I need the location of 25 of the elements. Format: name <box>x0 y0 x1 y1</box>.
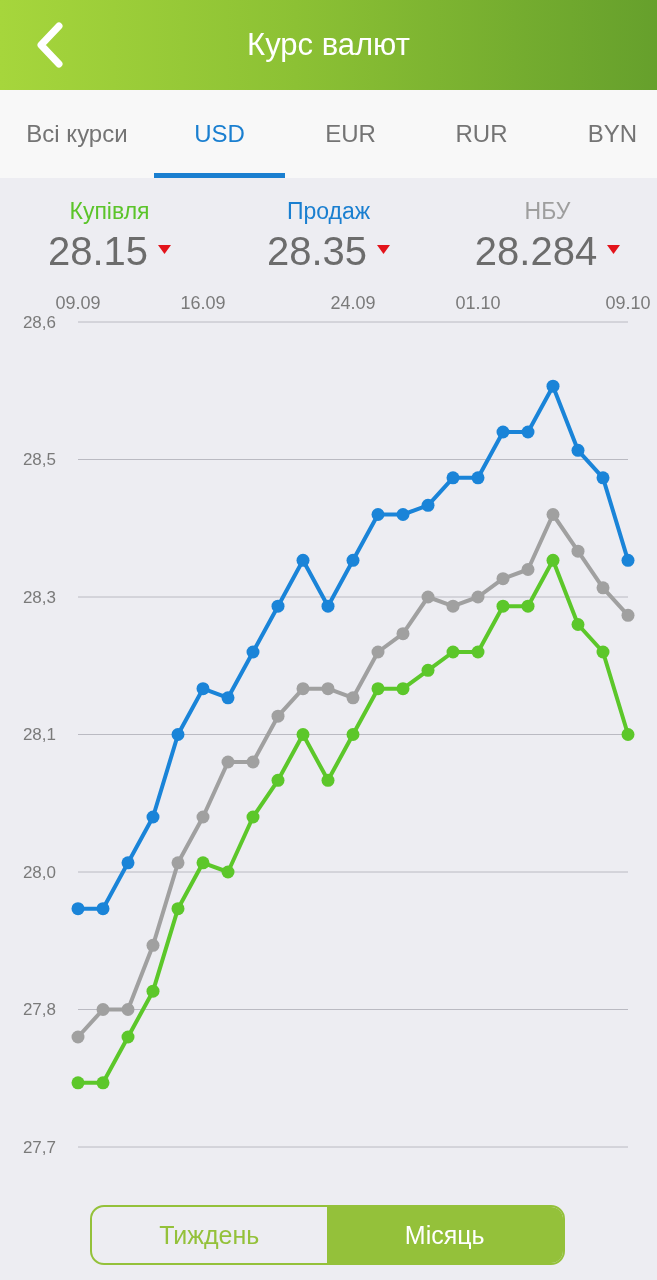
x-axis-label: 09.10 <box>605 293 651 313</box>
currency-tab[interactable]: USD <box>154 90 285 178</box>
rate-label: Продаж <box>286 197 371 226</box>
x-axis-label: 24.09 <box>330 293 376 313</box>
currency-tab[interactable]: BYN <box>547 90 657 178</box>
y-axis-label: 27,7 <box>22 1137 56 1157</box>
y-axis-label: 28,6 <box>22 312 56 332</box>
rate-value: 28.35 <box>266 228 368 275</box>
currency-tab[interactable]: Всі курси <box>0 90 154 178</box>
y-axis-label: 28,3 <box>22 587 56 607</box>
y-axis-label: 27,8 <box>22 1000 56 1019</box>
rate-value: 28.284 <box>474 228 598 275</box>
y-axis-label: 28,5 <box>22 450 56 469</box>
currency-tab[interactable]: RUR <box>416 90 547 178</box>
x-axis-label: 01.10 <box>455 293 501 313</box>
rate-label: НБУ <box>524 197 571 226</box>
y-axis-label: 28,1 <box>22 725 56 744</box>
back-icon[interactable] <box>36 22 64 68</box>
y-axis-label: 28,0 <box>22 862 56 882</box>
rate-value: 28.15 <box>47 228 149 275</box>
x-axis-label: 09.09 <box>55 293 101 313</box>
rate-label: Купівля <box>69 197 150 226</box>
currency-tab[interactable]: EUR <box>285 90 416 178</box>
x-axis-label: 16.09 <box>180 293 226 313</box>
screen-title: Курс валют <box>247 26 410 64</box>
